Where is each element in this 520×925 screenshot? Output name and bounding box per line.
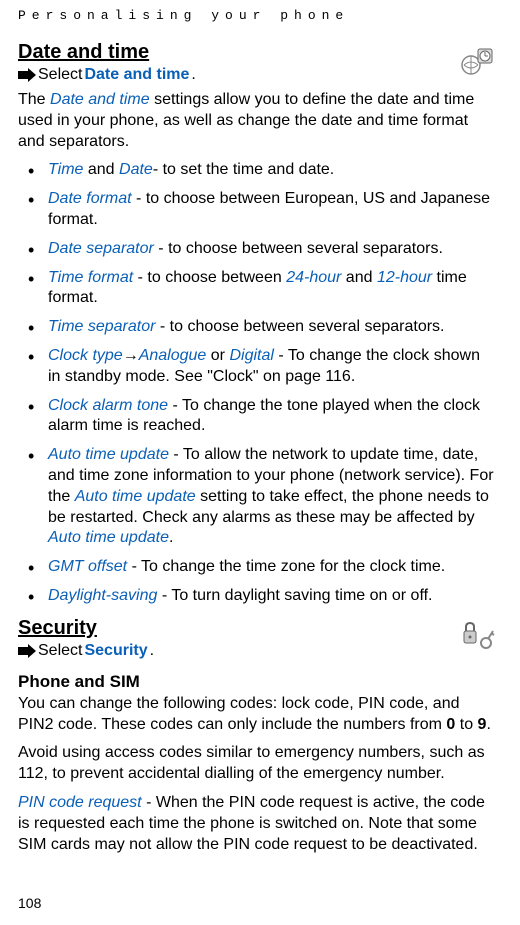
select-security-line: Select Security . [18,642,452,660]
security-section: Security Select Security . [18,617,496,666]
list-item: Clock type→Analogue or Digital - To chan… [18,346,496,388]
security-p3: PIN code request - When the PIN code req… [18,793,496,855]
list-item: Time separator - to choose between sever… [18,317,496,338]
date-time-bullets: Time and Date- to set the time and date.… [18,160,496,606]
select-date-time-line: Select Date and time . [18,66,452,84]
security-p1: You can change the following codes: lock… [18,694,496,736]
list-item: Time and Date- to set the time and date. [18,160,496,181]
list-item: Time format - to choose between 24-hour … [18,268,496,310]
list-item: Date separator - to choose between sever… [18,239,496,260]
select-period: . [191,66,195,84]
list-item: Clock alarm tone - To change the tone pl… [18,396,496,438]
select-target: Security [84,642,147,660]
list-item: GMT offset - To change the time zone for… [18,557,496,578]
phone-and-sim-subheading: Phone and SIM [18,672,496,692]
security-heading: Security [18,617,452,640]
select-prefix: Select [38,642,82,660]
clock-globe-icon [460,43,496,79]
chapter-title: Personalising your phone [18,8,496,23]
list-item: Date format - to choose between European… [18,189,496,231]
date-time-intro: The Date and time settings allow you to … [18,90,496,152]
arrow-right-icon [18,68,36,82]
list-item: Daylight-saving - To turn daylight savin… [18,586,496,607]
page-number: 108 [18,895,41,911]
list-item: Auto time update - To allow the network … [18,445,496,549]
security-p2: Avoid using access codes similar to emer… [18,743,496,785]
arrow-right-icon [18,644,36,658]
date-time-section: Date and time Select Date and time . [18,41,496,90]
date-time-heading: Date and time [18,41,452,64]
select-period: . [150,642,154,660]
select-target: Date and time [84,66,189,84]
select-prefix: Select [38,66,82,84]
lock-key-icon [460,619,496,655]
